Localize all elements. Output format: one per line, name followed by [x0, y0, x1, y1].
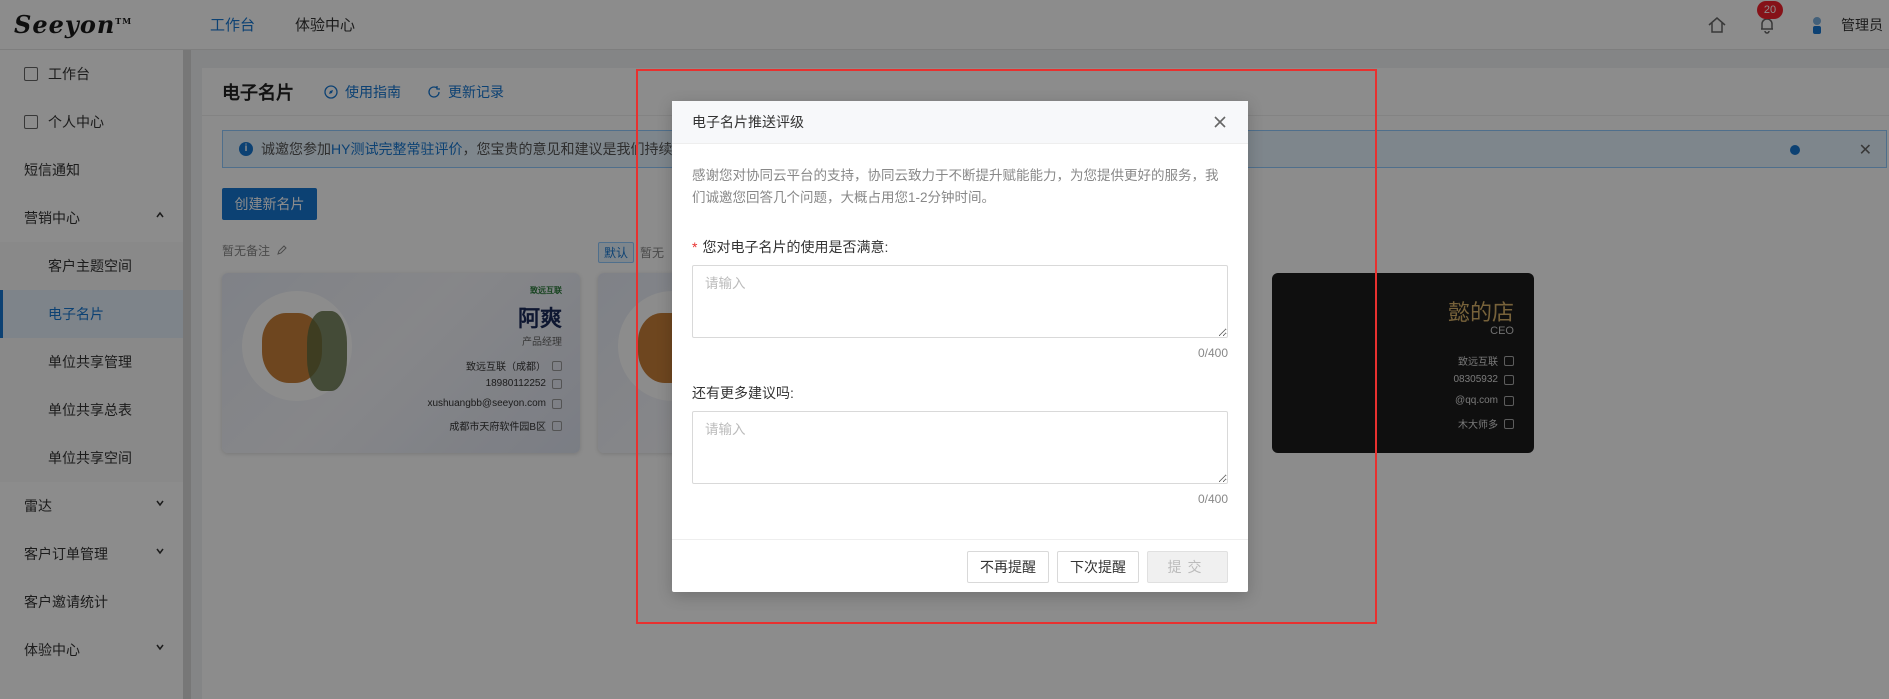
- never-remind-button[interactable]: 不再提醒: [967, 551, 1049, 583]
- question-1-text: 您对电子名片的使用是否满意:: [702, 239, 889, 255]
- question-2-text: 还有更多建议吗:: [692, 385, 794, 401]
- char-counter: 0/400: [1197, 346, 1228, 360]
- dialog-footer: 不再提醒 下次提醒 提交: [672, 539, 1248, 592]
- rating-dialog: 电子名片推送评级 感谢您对协同云平台的支持，协同云致力于不断提升赋能能力，为您提…: [672, 101, 1248, 592]
- char-counter: 0/400: [1197, 492, 1228, 506]
- required-mark: *: [692, 239, 698, 255]
- question-2-label: 还有更多建议吗:: [692, 383, 794, 403]
- close-icon[interactable]: [1210, 112, 1230, 132]
- dialog-header: 电子名片推送评级: [672, 101, 1248, 144]
- submit-button[interactable]: 提交: [1147, 551, 1228, 583]
- dialog-intro: 感谢您对协同云平台的支持，协同云致力于不断提升赋能能力，为您提供更好的服务，我们…: [692, 168, 1219, 205]
- dialog-title: 电子名片推送评级: [692, 114, 804, 130]
- suggestion-input[interactable]: [692, 411, 1228, 484]
- remind-later-button[interactable]: 下次提醒: [1057, 551, 1139, 583]
- satisfaction-input[interactable]: [692, 265, 1228, 338]
- question-1-label: * 您对电子名片的使用是否满意:: [692, 237, 888, 257]
